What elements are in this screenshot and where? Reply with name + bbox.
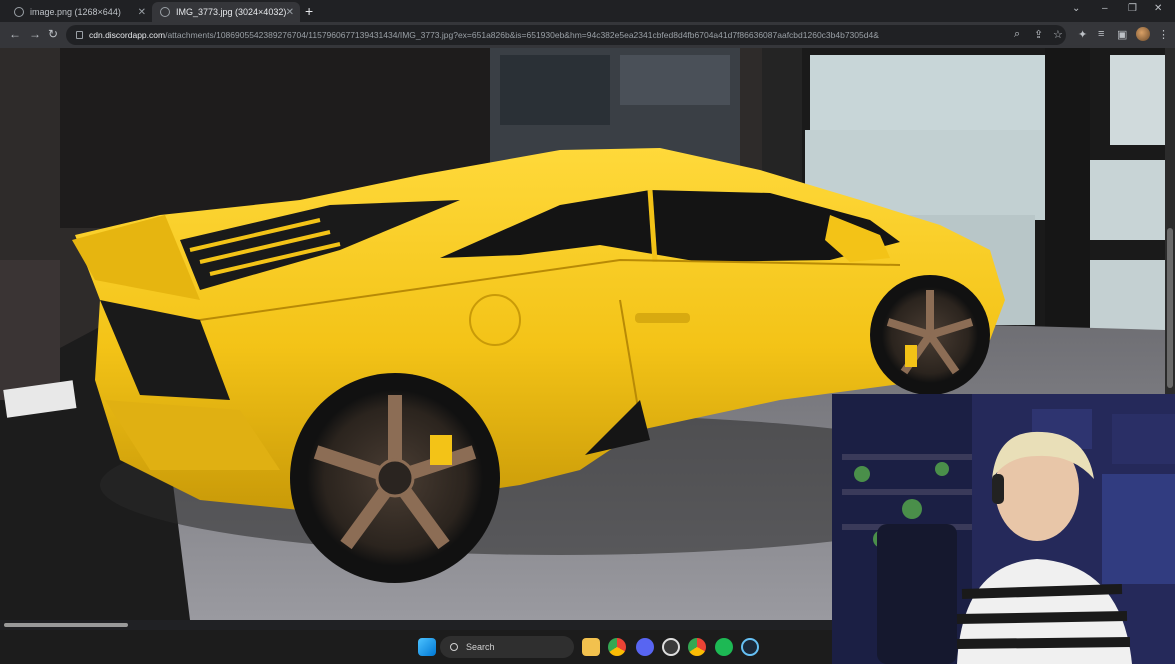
taskbar-search[interactable]: Search [440, 636, 574, 658]
tab-label: IMG_3773.jpg (3024×4032) [176, 7, 287, 17]
reload-icon[interactable]: ↻ [48, 27, 58, 41]
globe-icon [160, 7, 170, 17]
address-host: cdn.discordapp.com [89, 30, 166, 40]
files-icon[interactable] [582, 638, 600, 656]
back-icon[interactable]: ← [9, 27, 21, 41]
new-tab-button[interactable]: + [305, 3, 313, 19]
close-window-icon[interactable]: ✕ [1154, 3, 1162, 14]
address-bar[interactable]: cdn.discordapp.com/attachments/108690554… [66, 25, 1066, 45]
address-path: /attachments/1086905542389276704/1157960… [165, 30, 879, 40]
tab-strip: image.png (1268×644) ✕ IMG_3773.jpg (302… [0, 0, 1175, 22]
scroll-thumb[interactable] [4, 623, 128, 627]
tab-close-icon[interactable]: ✕ [286, 7, 294, 18]
chrome-icon[interactable] [688, 638, 706, 656]
windows-start-icon[interactable] [418, 638, 436, 656]
lock-icon [76, 31, 83, 39]
tab-search-icon[interactable]: ⌄ [1072, 3, 1080, 14]
tab-close-icon[interactable]: ✕ [138, 7, 146, 18]
globe-icon [14, 7, 24, 17]
reading-list-icon[interactable]: ≡ [1098, 28, 1104, 40]
steam-icon[interactable] [741, 638, 759, 656]
chrome-icon[interactable] [608, 638, 626, 656]
spotify-icon[interactable] [715, 638, 733, 656]
menu-icon[interactable]: ⋮ [1158, 28, 1169, 41]
zoom-icon[interactable]: ⌕ [1014, 28, 1020, 41]
minimize-icon[interactable]: – [1102, 3, 1108, 14]
restore-icon[interactable]: ❐ [1128, 3, 1137, 14]
share-icon[interactable]: ⇪ [1034, 28, 1043, 41]
webcam-feed [832, 394, 1175, 664]
webcam-overlay [832, 394, 1175, 664]
star-icon[interactable]: ☆ [1053, 28, 1063, 41]
discord-icon[interactable] [636, 638, 654, 656]
avatar[interactable] [1136, 27, 1150, 41]
scroll-thumb[interactable] [1167, 228, 1173, 388]
side-panel-icon[interactable]: ▣ [1117, 28, 1127, 41]
search-icon [450, 643, 458, 651]
obs-icon[interactable] [662, 638, 680, 656]
tab-img-3773[interactable]: IMG_3773.jpg (3024×4032) ✕ [152, 2, 300, 22]
taskbar: Search [0, 630, 832, 664]
search-label: Search [466, 642, 495, 652]
extensions-icon[interactable]: ✦ [1078, 28, 1087, 41]
forward-icon[interactable]: → [29, 27, 41, 41]
tab-image-png[interactable]: image.png (1268×644) ✕ [6, 2, 152, 22]
toolbar: ← → ↻ cdn.discordapp.com/attachments/108… [0, 22, 1175, 48]
tab-label: image.png (1268×644) [30, 7, 121, 17]
